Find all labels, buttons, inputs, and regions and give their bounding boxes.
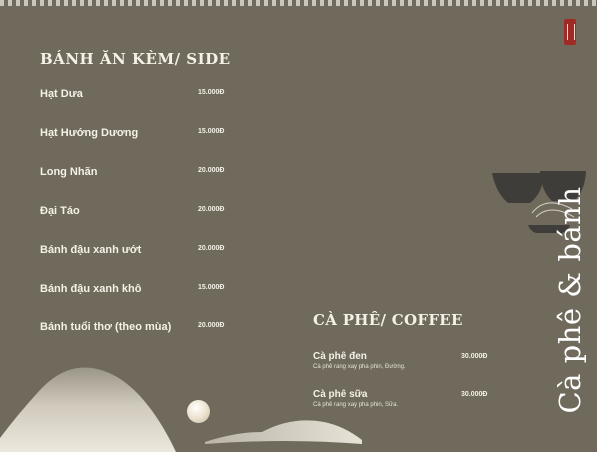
menu-item-name: Bánh đậu xanh khô (40, 283, 142, 295)
coffee-section-title: CÀ PHÊ/ COFFEE (313, 311, 463, 329)
vertical-page-title: Cà phê & bánh (553, 186, 587, 414)
brand-logo-icon (564, 19, 576, 45)
menu-item: Hạt Dưa 15.000Đ (40, 88, 240, 108)
menu-item-name: Bánh tuổi thơ (theo mùa) (40, 321, 172, 333)
menu-item-name: Hạt Hướng Dương (40, 127, 139, 139)
menu-item-name: Bánh đậu xanh ướt (40, 244, 142, 256)
menu-item: Bánh đậu xanh ướt 20.000Đ (40, 244, 240, 264)
side-section-title: BÁNH ĂN KÈM/ SIDE (40, 50, 231, 68)
menu-item-price: 15.000Đ (198, 284, 225, 291)
menu-item-price: 20.000Đ (198, 206, 225, 213)
menu-item-price: 20.000Đ (198, 245, 225, 252)
menu-item-name: Đại Táo (40, 205, 80, 217)
menu-item-price: 20.000Đ (198, 322, 225, 329)
moon-icon (187, 400, 210, 423)
menu-item-price: 15.000Đ (198, 128, 225, 135)
menu-item: Long Nhãn 20.000Đ (40, 166, 240, 186)
menu-item-price: 20.000Đ (198, 167, 225, 174)
menu-item: Hạt Hướng Dương 15.000Đ (40, 127, 240, 147)
menu-item-name: Hạt Dưa (40, 88, 83, 100)
coffee-item-price: 30.000Đ (461, 353, 488, 360)
menu-item: Đại Táo 20.000Đ (40, 205, 240, 225)
menu-item-name: Long Nhãn (40, 166, 98, 178)
top-dashed-border (0, 0, 597, 6)
menu-item: Bánh đậu xanh khô 15.000Đ (40, 283, 240, 303)
menu-item: Bánh tuổi thơ (theo mùa) 20.000Đ (40, 321, 240, 341)
menu-item-price: 15.000Đ (198, 89, 225, 96)
menu-page: BÁNH ĂN KÈM/ SIDE Hạt Dưa 15.000Đ Hạt Hư… (0, 0, 597, 452)
coffee-item-price: 30.000Đ (461, 391, 488, 398)
